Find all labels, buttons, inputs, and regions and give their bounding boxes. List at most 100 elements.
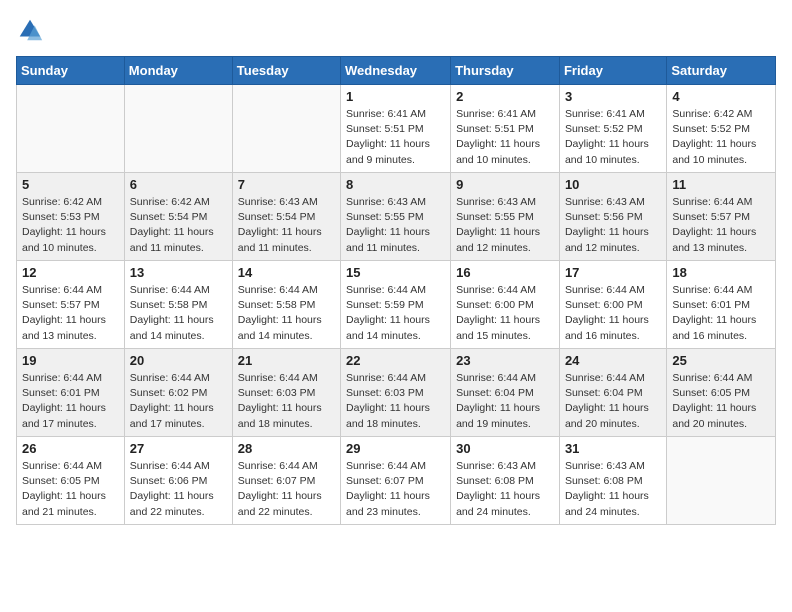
day-of-week-header: Monday — [124, 57, 232, 85]
calendar-cell: 26Sunrise: 6:44 AMSunset: 6:05 PMDayligh… — [17, 437, 125, 525]
calendar-week-row: 5 Sunrise: 6:42 AMSunset: 5:53 PMDaylight… — [17, 173, 776, 261]
calendar-cell: 6Sunrise: 6:42 AMSunset: 5:54 PMDaylight… — [124, 173, 232, 261]
calendar-cell: 23Sunrise: 6:44 AMSunset: 6:04 PMDayligh… — [451, 349, 560, 437]
day-info: Sunrise: 6:44 AMSunset: 5:59 PMDaylight:… — [346, 283, 445, 344]
calendar-cell: 20 Sunrise: 6:44 AMSunset: 6:02 PMDayligh… — [124, 349, 232, 437]
day-info: Sunrise: 6:43 AMSunset: 6:08 PMDaylight:… — [565, 459, 661, 520]
calendar-table: SundayMondayTuesdayWednesdayThursdayFrid… — [16, 56, 776, 525]
day-info: Sunrise: 6:43 AMSunset: 5:55 PMDaylight:… — [456, 195, 554, 256]
calendar-cell: 8Sunrise: 6:43 AMSunset: 5:55 PMDaylight… — [341, 173, 451, 261]
day-info: Sunrise: 6:41 AMSunset: 5:52 PMDaylight:… — [565, 107, 661, 168]
day-info: Sunrise: 6:41 AMSunset: 5:51 PMDaylight:… — [346, 107, 445, 168]
day-number: 17 — [565, 265, 661, 280]
day-info: Sunrise: 6:43 AMSunset: 6:08 PMDaylight:… — [456, 459, 554, 520]
calendar-cell: 24 Sunrise: 6:44 AMSunset: 6:04 PMDayligh… — [559, 349, 666, 437]
day-info: Sunrise: 6:43 AMSunset: 5:54 PMDaylight:… — [238, 195, 335, 256]
day-number: 25 — [672, 353, 770, 368]
day-number: 1 — [346, 89, 445, 104]
day-info: Sunrise: 6:44 AMSunset: 6:01 PMDaylight:… — [672, 283, 770, 344]
calendar-cell: 30 Sunrise: 6:43 AMSunset: 6:08 PMDayligh… — [451, 437, 560, 525]
day-info: Sunrise: 6:44 AMSunset: 6:01 PMDaylight:… — [22, 371, 119, 432]
calendar-cell: 12 Sunrise: 6:44 AMSunset: 5:57 PMDayligh… — [17, 261, 125, 349]
calendar-cell: 21 Sunrise: 6:44 AMSunset: 6:03 PMDayligh… — [232, 349, 340, 437]
day-info: Sunrise: 6:42 AMSunset: 5:52 PMDaylight:… — [672, 107, 770, 168]
calendar-cell: 7 Sunrise: 6:43 AMSunset: 5:54 PMDaylight… — [232, 173, 340, 261]
day-number: 20 — [130, 353, 227, 368]
day-info: Sunrise: 6:44 AMSunset: 5:58 PMDaylight:… — [238, 283, 335, 344]
day-number: 21 — [238, 353, 335, 368]
day-number: 7 — [238, 177, 335, 192]
calendar-cell: 3 Sunrise: 6:41 AMSunset: 5:52 PMDaylight… — [559, 85, 666, 173]
calendar-cell — [124, 85, 232, 173]
day-number: 2 — [456, 89, 554, 104]
day-info: Sunrise: 6:44 AMSunset: 5:58 PMDaylight:… — [130, 283, 227, 344]
calendar-cell: 1 Sunrise: 6:41 AMSunset: 5:51 PMDaylight… — [341, 85, 451, 173]
calendar-cell: 11 Sunrise: 6:44 AMSunset: 5:57 PMDayligh… — [667, 173, 776, 261]
calendar-cell: 25 Sunrise: 6:44 AMSunset: 6:05 PMDayligh… — [667, 349, 776, 437]
day-of-week-header: Thursday — [451, 57, 560, 85]
day-info: Sunrise: 6:44 AMSunset: 5:57 PMDaylight:… — [22, 283, 119, 344]
day-number: 30 — [456, 441, 554, 456]
day-number: 19 — [22, 353, 119, 368]
day-number: 26 — [22, 441, 119, 456]
day-info: Sunrise: 6:41 AMSunset: 5:51 PMDaylight:… — [456, 107, 554, 168]
calendar-week-row: 26Sunrise: 6:44 AMSunset: 6:05 PMDayligh… — [17, 437, 776, 525]
day-number: 28 — [238, 441, 335, 456]
day-info: Sunrise: 6:44 AMSunset: 6:05 PMDaylight:… — [672, 371, 770, 432]
day-number: 6 — [130, 177, 227, 192]
calendar-week-row: 12 Sunrise: 6:44 AMSunset: 5:57 PMDayligh… — [17, 261, 776, 349]
day-number: 22 — [346, 353, 445, 368]
logo-icon — [16, 16, 44, 44]
calendar-cell: 4 Sunrise: 6:42 AMSunset: 5:52 PMDaylight… — [667, 85, 776, 173]
day-number: 4 — [672, 89, 770, 104]
day-number: 29 — [346, 441, 445, 456]
day-number: 14 — [238, 265, 335, 280]
day-number: 3 — [565, 89, 661, 104]
day-number: 18 — [672, 265, 770, 280]
day-info: Sunrise: 6:44 AMSunset: 5:57 PMDaylight:… — [672, 195, 770, 256]
calendar-cell — [17, 85, 125, 173]
calendar-cell: 18 Sunrise: 6:44 AMSunset: 6:01 PMDayligh… — [667, 261, 776, 349]
calendar-cell: 15 Sunrise: 6:44 AMSunset: 5:59 PMDayligh… — [341, 261, 451, 349]
day-info: Sunrise: 6:44 AMSunset: 6:07 PMDaylight:… — [346, 459, 445, 520]
day-number: 16 — [456, 265, 554, 280]
day-info: Sunrise: 6:43 AMSunset: 5:55 PMDaylight:… — [346, 195, 445, 256]
calendar-cell: 22 Sunrise: 6:44 AMSunset: 6:03 PMDayligh… — [341, 349, 451, 437]
day-number: 13 — [130, 265, 227, 280]
day-of-week-header: Wednesday — [341, 57, 451, 85]
calendar-cell: 17Sunrise: 6:44 AMSunset: 6:00 PMDayligh… — [559, 261, 666, 349]
day-number: 24 — [565, 353, 661, 368]
day-number: 27 — [130, 441, 227, 456]
day-number: 9 — [456, 177, 554, 192]
calendar-cell: 19 Sunrise: 6:44 AMSunset: 6:01 PMDayligh… — [17, 349, 125, 437]
day-info: Sunrise: 6:44 AMSunset: 6:02 PMDaylight:… — [130, 371, 227, 432]
calendar-cell: 14 Sunrise: 6:44 AMSunset: 5:58 PMDayligh… — [232, 261, 340, 349]
day-number: 15 — [346, 265, 445, 280]
day-of-week-header: Saturday — [667, 57, 776, 85]
day-number: 5 — [22, 177, 119, 192]
calendar-week-row: 19 Sunrise: 6:44 AMSunset: 6:01 PMDayligh… — [17, 349, 776, 437]
day-info: Sunrise: 6:44 AMSunset: 6:03 PMDaylight:… — [346, 371, 445, 432]
day-info: Sunrise: 6:44 AMSunset: 6:04 PMDaylight:… — [565, 371, 661, 432]
calendar-cell — [232, 85, 340, 173]
day-info: Sunrise: 6:44 AMSunset: 6:06 PMDaylight:… — [130, 459, 227, 520]
calendar-cell: 5 Sunrise: 6:42 AMSunset: 5:53 PMDaylight… — [17, 173, 125, 261]
day-number: 11 — [672, 177, 770, 192]
day-of-week-header: Friday — [559, 57, 666, 85]
calendar-cell: 16 Sunrise: 6:44 AMSunset: 6:00 PMDayligh… — [451, 261, 560, 349]
day-info: Sunrise: 6:44 AMSunset: 6:04 PMDaylight:… — [456, 371, 554, 432]
calendar-cell — [667, 437, 776, 525]
day-info: Sunrise: 6:44 AMSunset: 6:07 PMDaylight:… — [238, 459, 335, 520]
day-number: 12 — [22, 265, 119, 280]
calendar-header-row: SundayMondayTuesdayWednesdayThursdayFrid… — [17, 57, 776, 85]
day-number: 10 — [565, 177, 661, 192]
day-info: Sunrise: 6:43 AMSunset: 5:56 PMDaylight:… — [565, 195, 661, 256]
logo — [16, 16, 48, 44]
calendar-cell: 10 Sunrise: 6:43 AMSunset: 5:56 PMDayligh… — [559, 173, 666, 261]
day-of-week-header: Tuesday — [232, 57, 340, 85]
day-number: 31 — [565, 441, 661, 456]
day-info: Sunrise: 6:44 AMSunset: 6:00 PMDaylight:… — [456, 283, 554, 344]
day-info: Sunrise: 6:44 AMSunset: 6:03 PMDaylight:… — [238, 371, 335, 432]
page-header — [16, 16, 776, 44]
day-info: Sunrise: 6:42 AMSunset: 5:53 PMDaylight:… — [22, 195, 119, 256]
